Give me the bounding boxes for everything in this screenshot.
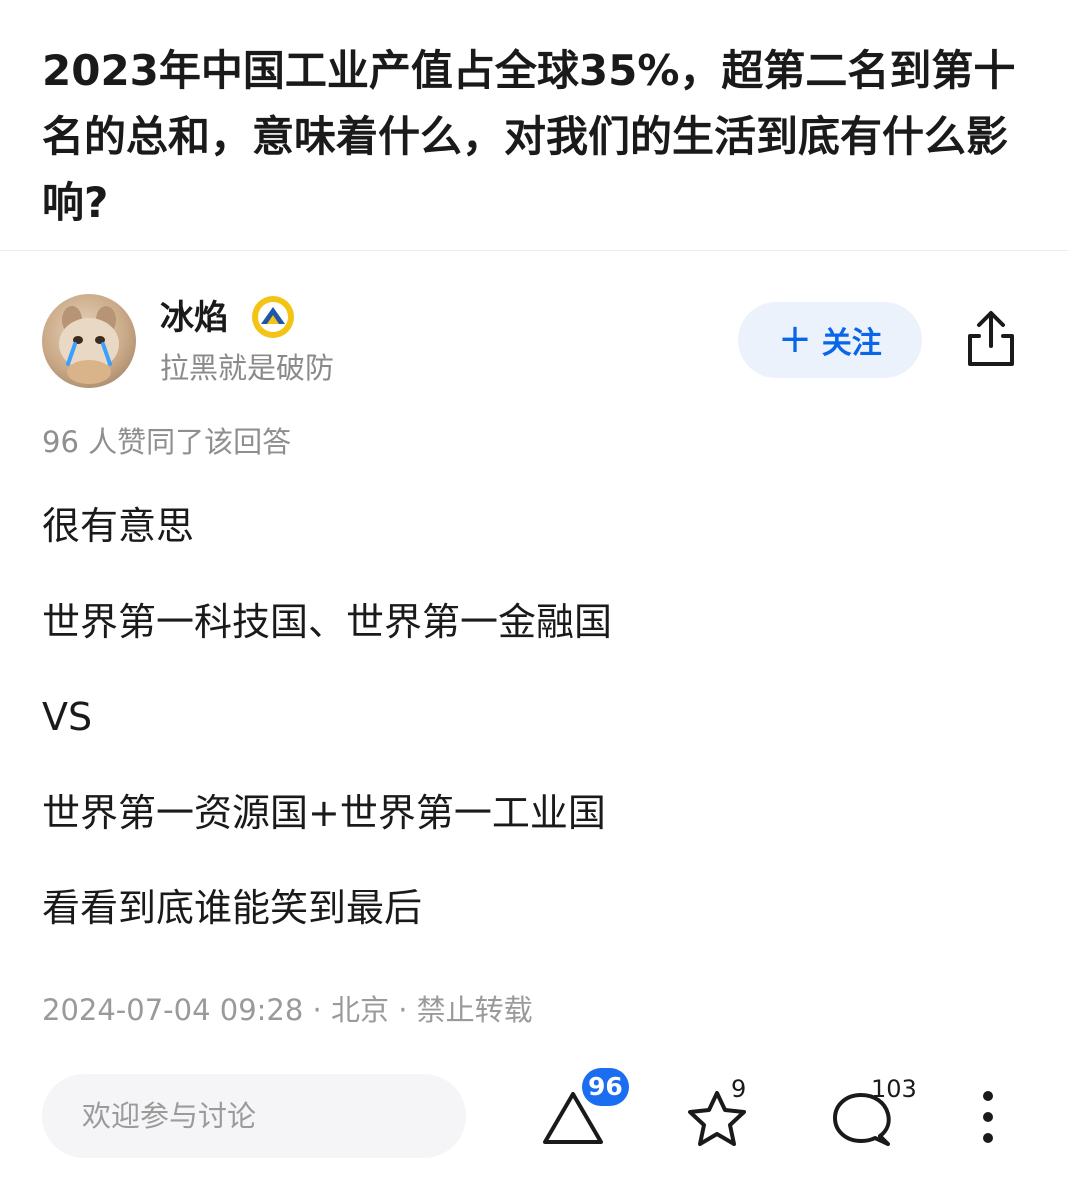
author-name[interactable]: 冰焰	[160, 296, 228, 340]
more-vertical-icon[interactable]	[976, 1090, 1000, 1146]
question-title[interactable]: 2023年中国工业产值占全球35%，超第二名到第十名的总和，意味着什么，对我们的…	[42, 38, 1032, 236]
favorite-count: 9	[731, 1075, 747, 1103]
share-icon[interactable]	[962, 308, 1020, 370]
answer-paragraph: VS	[42, 695, 93, 739]
divider	[0, 250, 1068, 251]
follow-button[interactable]: + 关注	[738, 302, 922, 378]
upvote-summary: 96 人赞同了该回答	[42, 425, 292, 459]
answer-paragraph: 很有意思	[42, 504, 195, 548]
answer-paragraph: 世界第一资源国+世界第一工业国	[42, 791, 606, 835]
upvote-count-badge: 96	[582, 1068, 629, 1106]
comment-input[interactable]: 欢迎参与讨论	[42, 1074, 466, 1158]
author-avatar[interactable]	[42, 294, 136, 388]
plus-icon: +	[778, 315, 812, 362]
follow-label: 关注	[821, 326, 882, 361]
answer-paragraph: 看看到底谁能笑到最后	[42, 886, 423, 930]
answer-paragraph: 世界第一科技国、世界第一金融国	[42, 600, 613, 644]
author-bio: 拉黑就是破防	[160, 351, 335, 385]
verified-badge-icon	[250, 294, 296, 340]
post-meta: 2024-07-04 09:28 · 北京 · 禁止转载	[42, 993, 533, 1027]
comment-count: 103	[871, 1075, 917, 1103]
